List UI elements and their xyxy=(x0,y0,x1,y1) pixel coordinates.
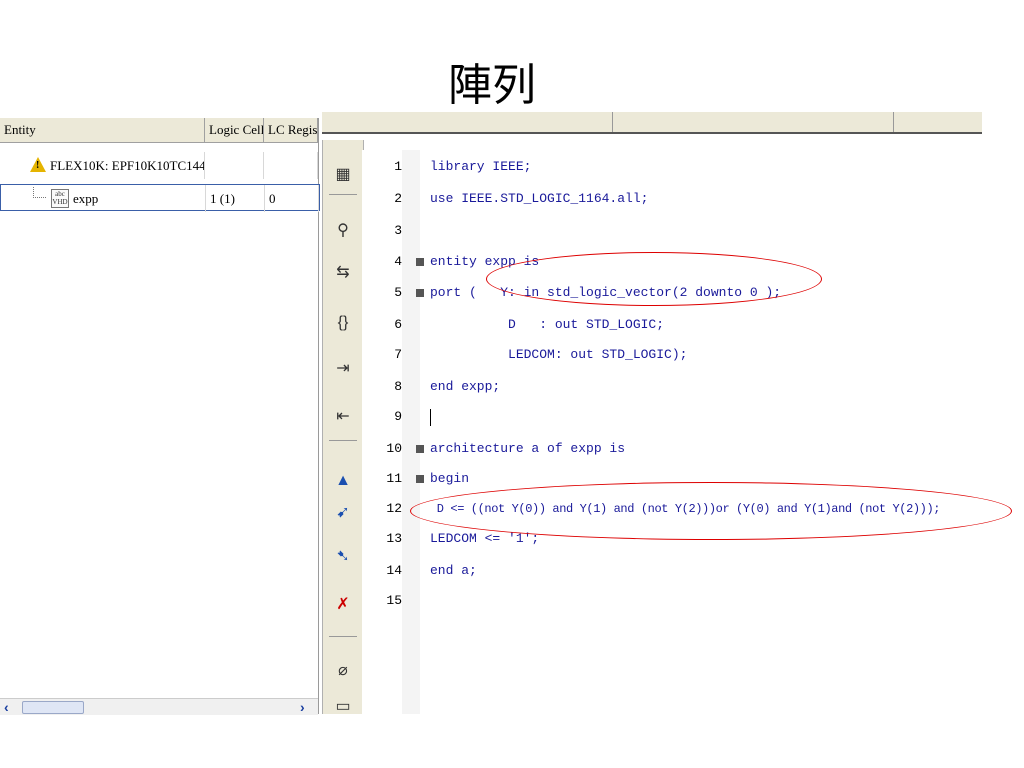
fold-marker-icon[interactable] xyxy=(416,289,424,297)
code-line: 8 end expp; xyxy=(394,379,501,394)
code-line: 9 xyxy=(394,408,1020,426)
fold-marker-icon[interactable] xyxy=(416,475,424,483)
horizontal-scrollbar[interactable]: ‹ › xyxy=(0,698,318,715)
table-row[interactable]: abc VHD expp 1 (1) 0 xyxy=(0,184,320,212)
next-bookmark-icon[interactable]: ➹ xyxy=(332,502,354,524)
column-header-lc-registers[interactable]: LC Registers xyxy=(264,118,318,142)
bracket-icon[interactable]: {} xyxy=(332,312,354,334)
code-line: 3 xyxy=(394,223,402,238)
highlight-ellipse-expression xyxy=(410,482,1012,540)
insert-template-icon[interactable]: ▦ xyxy=(332,164,354,186)
save-icon[interactable]: ▭ xyxy=(332,696,354,718)
entity-name: expp xyxy=(1,185,206,212)
entity-name: FLEX10K: EPF10K10TC144-4 xyxy=(0,152,205,179)
fold-marker-icon[interactable] xyxy=(416,445,424,453)
editor-tab-bar xyxy=(322,112,982,134)
indent-icon[interactable]: ⇥ xyxy=(332,358,354,380)
highlight-ellipse-port xyxy=(486,252,822,306)
unindent-icon[interactable]: ⇤ xyxy=(332,406,354,428)
code-editor[interactable]: 1 library IEEE; 2 use IEEE.STD_LOGIC_1164.… xyxy=(386,150,1024,714)
scroll-right-icon[interactable]: › xyxy=(300,699,314,715)
find-icon[interactable]: ⚲ xyxy=(332,220,354,242)
code-line: 2 use IEEE.STD_LOGIC_1164.all; xyxy=(394,191,649,206)
bookmark-icon[interactable]: ▲ xyxy=(332,470,354,492)
clear-bookmarks-icon[interactable]: ✗ xyxy=(332,594,354,616)
text-cursor xyxy=(430,409,431,426)
slide-title: 陣列 xyxy=(448,60,536,111)
entity-hierarchy-panel: Entity Logic Cells LC Registers FLEX10K:… xyxy=(0,118,320,715)
gutter-stripe xyxy=(402,150,420,714)
column-header-entity[interactable]: Entity xyxy=(0,118,205,142)
logic-cells-value xyxy=(205,152,264,179)
lc-registers-value: 0 xyxy=(265,185,319,212)
code-line: 15 xyxy=(386,593,402,608)
prev-bookmark-icon[interactable]: ➷ xyxy=(332,546,354,568)
attach-icon[interactable]: ⌀ xyxy=(332,660,354,682)
code-line: 6 D : out STD_LOGIC; xyxy=(394,317,665,332)
code-line: 14 end a; xyxy=(386,563,477,578)
fold-marker-icon[interactable] xyxy=(416,258,424,266)
table-row[interactable]: FLEX10K: EPF10K10TC144-4 xyxy=(0,152,318,179)
compilation-report-tab[interactable] xyxy=(612,112,894,132)
lc-registers-value xyxy=(264,152,318,179)
editor-toolbar: ▦ ⚲ ⇆ {} ⇥ ⇤ ▲ ➹ ➷ ✗ ⌀ ▭ xyxy=(322,140,364,715)
entity-table-header: Entity Logic Cells LC Registers xyxy=(0,118,318,143)
code-line: 10 architecture a of expp is xyxy=(386,441,626,456)
logic-cells-value: 1 (1) xyxy=(206,185,265,212)
column-header-logic-cells[interactable]: Logic Cells xyxy=(205,118,264,142)
scroll-thumb[interactable] xyxy=(22,701,84,714)
replace-icon[interactable]: ⇆ xyxy=(332,262,354,284)
code-line: 7 LEDCOM: out STD_LOGIC); xyxy=(394,347,688,362)
code-line: 1 library IEEE; xyxy=(394,159,532,174)
scroll-left-icon[interactable]: ‹ xyxy=(4,699,18,715)
